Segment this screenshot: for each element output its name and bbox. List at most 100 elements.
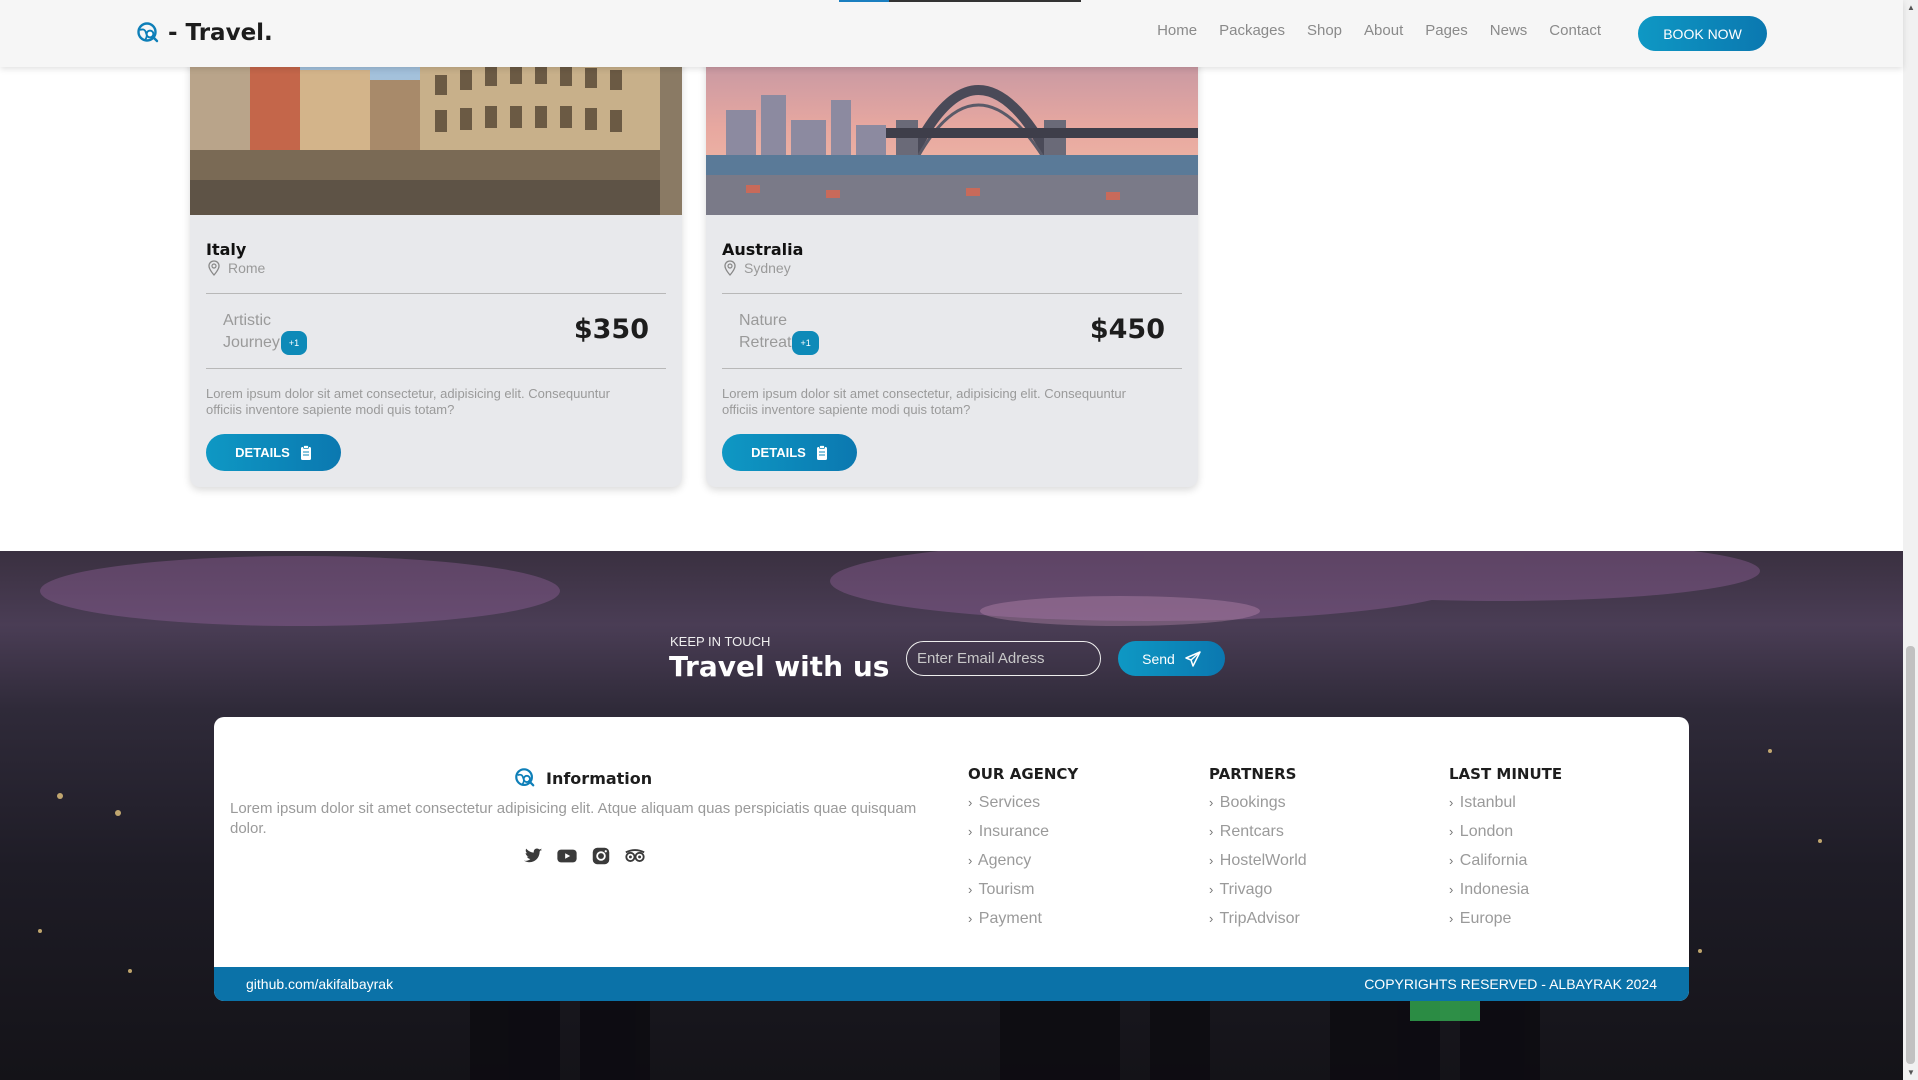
copyright-bar: github.com/akifalbayrak COPYRIGHTS RESER… (214, 967, 1689, 1001)
col-title: PARTNERS (1209, 765, 1297, 783)
scroll-down-arrow-icon[interactable]: ▼ (1907, 1068, 1915, 1077)
instagram-icon[interactable] (590, 845, 612, 867)
chevron-right-icon: › (1449, 911, 1454, 926)
newsletter-title: Travel with us (669, 650, 890, 683)
footer-link[interactable]: › Payment (968, 909, 1078, 938)
chevron-right-icon: › (1209, 795, 1214, 810)
chevron-right-icon: › (1449, 824, 1454, 839)
footer-link[interactable]: › Agency (968, 851, 1078, 880)
copyright-text: COPYRIGHTS RESERVED - ALBAYRAK 2024 (1364, 976, 1657, 992)
footer-col-agency: OUR AGENCY › Services › Insurance › Agen… (968, 765, 1078, 938)
footer-link[interactable]: › HostelWorld (1209, 851, 1307, 880)
footer-link[interactable]: › Insurance (968, 822, 1078, 851)
main-nav: Home Packages Shop About Pages News Cont… (1157, 22, 1601, 39)
details-button[interactable]: DETAILS (722, 434, 857, 471)
send-button[interactable]: Send (1118, 641, 1225, 676)
chevron-right-icon: › (1449, 853, 1454, 868)
footer-link[interactable]: › Europe (1449, 909, 1562, 938)
footer-link[interactable]: › Trivago (1209, 880, 1307, 909)
card-package-type: Artistic Journey +1 (223, 311, 323, 355)
nav-shop[interactable]: Shop (1307, 22, 1342, 39)
nav-contact[interactable]: Contact (1549, 22, 1601, 39)
footer-col-partners: PARTNERS › Bookings › Rentcars › HostelW… (1209, 765, 1307, 938)
send-button-label: Send (1142, 650, 1175, 667)
chevron-right-icon: › (1209, 824, 1214, 839)
footer-link[interactable]: › London (1449, 822, 1562, 851)
nav-about[interactable]: About (1364, 22, 1403, 39)
divider (206, 368, 666, 369)
brand-logo[interactable]: - Travel. (136, 20, 273, 46)
twitter-icon[interactable] (522, 845, 544, 867)
youtube-icon[interactable] (556, 845, 578, 867)
brand-name: - Travel. (168, 20, 273, 46)
card-location-text: Sydney (744, 260, 791, 276)
card-location-text: Rome (228, 260, 266, 276)
nav-home[interactable]: Home (1157, 22, 1197, 39)
nav-pages[interactable]: Pages (1425, 22, 1468, 39)
chevron-right-icon: › (968, 882, 973, 897)
package-type-line1: Nature (739, 312, 788, 329)
footer-link[interactable]: › TripAdvisor (1209, 909, 1307, 938)
globe-search-icon (137, 22, 159, 43)
divider (722, 293, 1182, 294)
divider (722, 368, 1182, 369)
book-now-button[interactable]: BOOK NOW (1638, 16, 1767, 51)
chevron-right-icon: › (968, 795, 973, 810)
nav-news[interactable]: News (1490, 22, 1528, 39)
map-pin-icon (724, 260, 736, 276)
card-description: Lorem ipsum dolor sit amet consectetur, … (722, 386, 1126, 417)
chevron-right-icon: › (1209, 853, 1214, 868)
scroll-up-arrow-icon[interactable]: ▲ (1907, 3, 1915, 12)
chevron-right-icon: › (1209, 911, 1214, 926)
chevron-right-icon: › (968, 824, 973, 839)
extra-badge: +1 (280, 331, 308, 355)
divider (206, 293, 666, 294)
chevron-right-icon: › (968, 911, 973, 926)
details-button-label: DETAILS (235, 445, 290, 460)
chevron-right-icon: › (968, 853, 973, 868)
details-button-label: DETAILS (751, 445, 806, 460)
clipboard-icon (300, 444, 311, 460)
footer-link[interactable]: › Services (968, 793, 1078, 822)
info-text: Lorem ipsum dolor sit amet consectetur a… (230, 800, 917, 837)
package-type-line2: Retreat (739, 334, 792, 352)
scrollbar-thumb[interactable] (1906, 646, 1915, 1064)
info-heading: Information (514, 767, 652, 789)
card-title: Australia (722, 240, 804, 259)
page-scrollbar[interactable]: ▲ ▼ (1903, 0, 1918, 1080)
col-title: OUR AGENCY (968, 765, 1079, 783)
footer-link[interactable]: › Rentcars (1209, 822, 1307, 851)
scroll-progress-bar (839, 0, 1081, 2)
footer-col-last-minute: LAST MINUTE › Istanbul › London › Califo… (1449, 765, 1562, 938)
card-location: Rome (208, 260, 265, 276)
package-card-australia: Australia Sydney Nature Retreat +1 $450 L… (706, 0, 1198, 487)
social-links (522, 845, 646, 867)
col-title: LAST MINUTE (1449, 765, 1563, 783)
github-link[interactable]: github.com/akifalbayrak (246, 976, 393, 992)
chevron-right-icon: › (1209, 882, 1214, 897)
map-pin-icon (208, 260, 220, 276)
email-input[interactable] (906, 641, 1101, 676)
footer-link[interactable]: › Indonesia (1449, 880, 1562, 909)
card-price: $350 (573, 314, 649, 345)
footer-link[interactable]: › Istanbul (1449, 793, 1562, 822)
newsletter-kicker: KEEP IN TOUCH (670, 634, 771, 649)
footer-link[interactable]: › California (1449, 851, 1562, 880)
info-title: Information (546, 768, 653, 788)
tripadvisor-icon[interactable] (624, 845, 646, 867)
chevron-right-icon: › (1449, 882, 1454, 897)
card-package-type: Nature Retreat +1 (739, 311, 839, 355)
nav-packages[interactable]: Packages (1219, 22, 1285, 39)
package-type-line2: Journey (223, 334, 280, 352)
package-type-line1: Artistic (223, 312, 271, 329)
card-price: $450 (1089, 314, 1165, 345)
card-title: Italy (206, 240, 247, 259)
chevron-right-icon: › (1449, 795, 1454, 810)
globe-search-icon (515, 768, 535, 787)
package-card-italy: Italy Rome Artistic Journey +1 $350 Lorem… (190, 0, 682, 487)
footer-link[interactable]: › Bookings (1209, 793, 1307, 822)
extra-badge: +1 (792, 331, 819, 355)
paper-plane-icon (1185, 650, 1201, 667)
details-button[interactable]: DETAILS (206, 434, 341, 471)
footer-link[interactable]: › Tourism (968, 880, 1078, 909)
